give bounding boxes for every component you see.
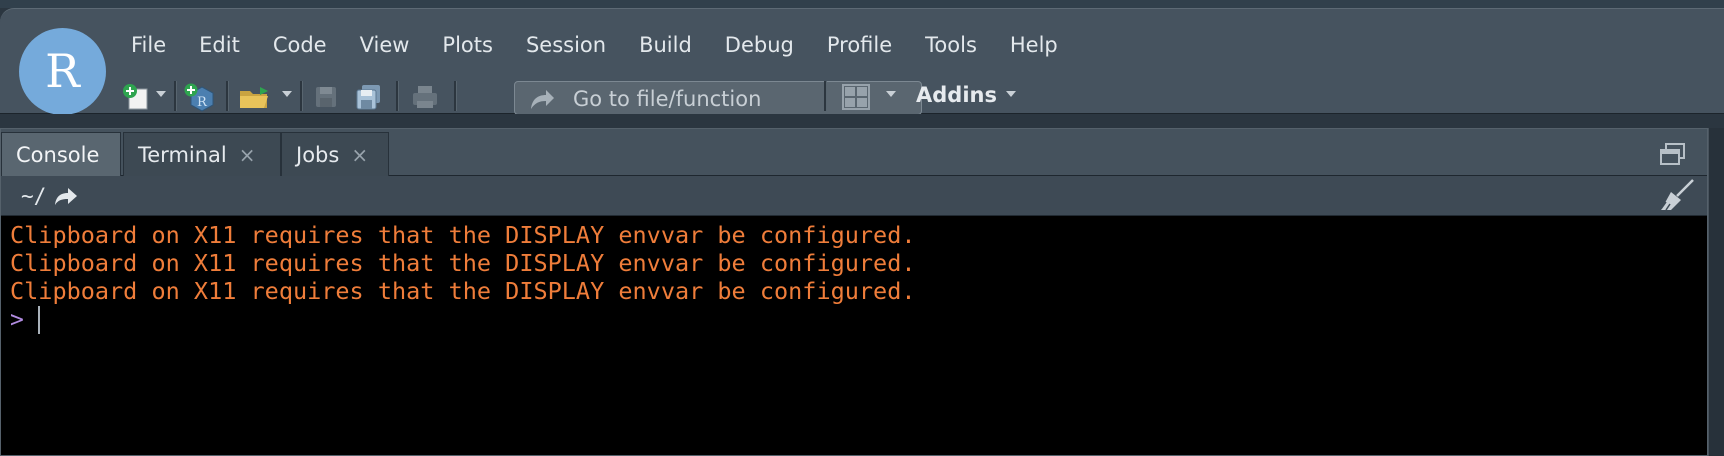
open-file-button[interactable] xyxy=(236,81,274,113)
toolbar-separator xyxy=(396,81,399,111)
addins-dropdown[interactable] xyxy=(1006,91,1016,97)
open-file-dropdown[interactable] xyxy=(282,91,292,97)
tab-terminal-label: Terminal xyxy=(138,142,227,167)
broom-icon[interactable] xyxy=(1657,178,1697,212)
close-icon[interactable]: × xyxy=(351,143,368,167)
new-project-button[interactable]: R xyxy=(182,81,218,113)
save-all-button[interactable] xyxy=(352,81,386,113)
svg-text:R: R xyxy=(197,95,208,110)
new-file-dropdown[interactable] xyxy=(156,91,166,97)
console-pane: Console Terminal × Jobs × ~/ Clipboard o… xyxy=(0,128,1708,456)
save-button[interactable] xyxy=(310,81,342,113)
pane-layout-button[interactable] xyxy=(840,81,872,113)
console-error-line: Clipboard on X11 requires that the DISPL… xyxy=(10,249,916,277)
menu-profile[interactable]: Profile xyxy=(812,33,910,57)
r-logo: R xyxy=(19,28,106,115)
window-top-strip xyxy=(0,0,1724,8)
pane-layout-icon xyxy=(842,84,870,110)
close-icon[interactable]: × xyxy=(239,143,256,167)
working-directory[interactable]: ~/ xyxy=(21,184,46,208)
toolbar-separator xyxy=(174,81,177,111)
addins-menu[interactable]: Addins xyxy=(916,83,997,107)
tab-terminal[interactable]: Terminal × xyxy=(123,132,281,176)
menu-edit[interactable]: Edit xyxy=(184,33,258,57)
menu-view[interactable]: View xyxy=(345,33,428,57)
pane-gap xyxy=(0,114,1724,128)
tab-console[interactable]: Console xyxy=(1,132,121,176)
addins-label: Addins xyxy=(916,83,997,107)
main-toolbar: R Go to file/function Addins xyxy=(116,75,1716,119)
menu-bar: File Edit Code View Plots Session Build … xyxy=(116,25,1076,65)
toolbar-separator xyxy=(454,81,457,111)
save-icon xyxy=(316,87,336,107)
right-pane-edge xyxy=(1708,128,1724,456)
print-icon xyxy=(413,86,437,108)
app-header: R File Edit Code View Plots Session Buil… xyxy=(0,8,1724,115)
save-all-icon xyxy=(356,85,380,110)
restore-pane-icon[interactable] xyxy=(1657,141,1689,169)
new-file-button[interactable] xyxy=(120,81,152,113)
menu-build[interactable]: Build xyxy=(624,33,710,57)
console-error-line: Clipboard on X11 requires that the DISPL… xyxy=(10,277,916,305)
tab-jobs[interactable]: Jobs × xyxy=(281,132,389,176)
tab-console-label: Console xyxy=(16,142,100,167)
new-project-icon: R xyxy=(184,83,214,112)
toolbar-separator xyxy=(824,81,827,111)
menu-file[interactable]: File xyxy=(116,33,184,57)
redirect-arrow-icon[interactable] xyxy=(53,185,79,207)
menu-debug[interactable]: Debug xyxy=(710,33,812,57)
menu-code[interactable]: Code xyxy=(258,33,345,57)
console-prompt: > xyxy=(10,307,24,333)
menu-plots[interactable]: Plots xyxy=(427,33,511,57)
goto-arrow-icon xyxy=(531,90,554,109)
tab-jobs-label: Jobs xyxy=(296,142,340,167)
console-input-line[interactable]: > xyxy=(10,305,1707,335)
open-folder-icon xyxy=(240,87,268,108)
menu-tools[interactable]: Tools xyxy=(910,33,995,57)
console-output[interactable]: Clipboard on X11 requires that the DISPL… xyxy=(1,216,1707,455)
console-error-line: Clipboard on X11 requires that the DISPL… xyxy=(10,221,916,249)
toolbar-separator xyxy=(300,81,303,111)
text-cursor xyxy=(37,306,40,334)
menu-help[interactable]: Help xyxy=(995,33,1076,57)
menu-session[interactable]: Session xyxy=(511,33,624,57)
pane-tab-bar: Console Terminal × Jobs × xyxy=(1,129,1707,176)
toolbar-separator xyxy=(226,81,229,111)
new-file-icon xyxy=(123,84,148,110)
pane-layout-dropdown[interactable] xyxy=(886,91,896,97)
print-button[interactable] xyxy=(408,81,442,113)
console-path-bar: ~/ xyxy=(1,176,1707,216)
